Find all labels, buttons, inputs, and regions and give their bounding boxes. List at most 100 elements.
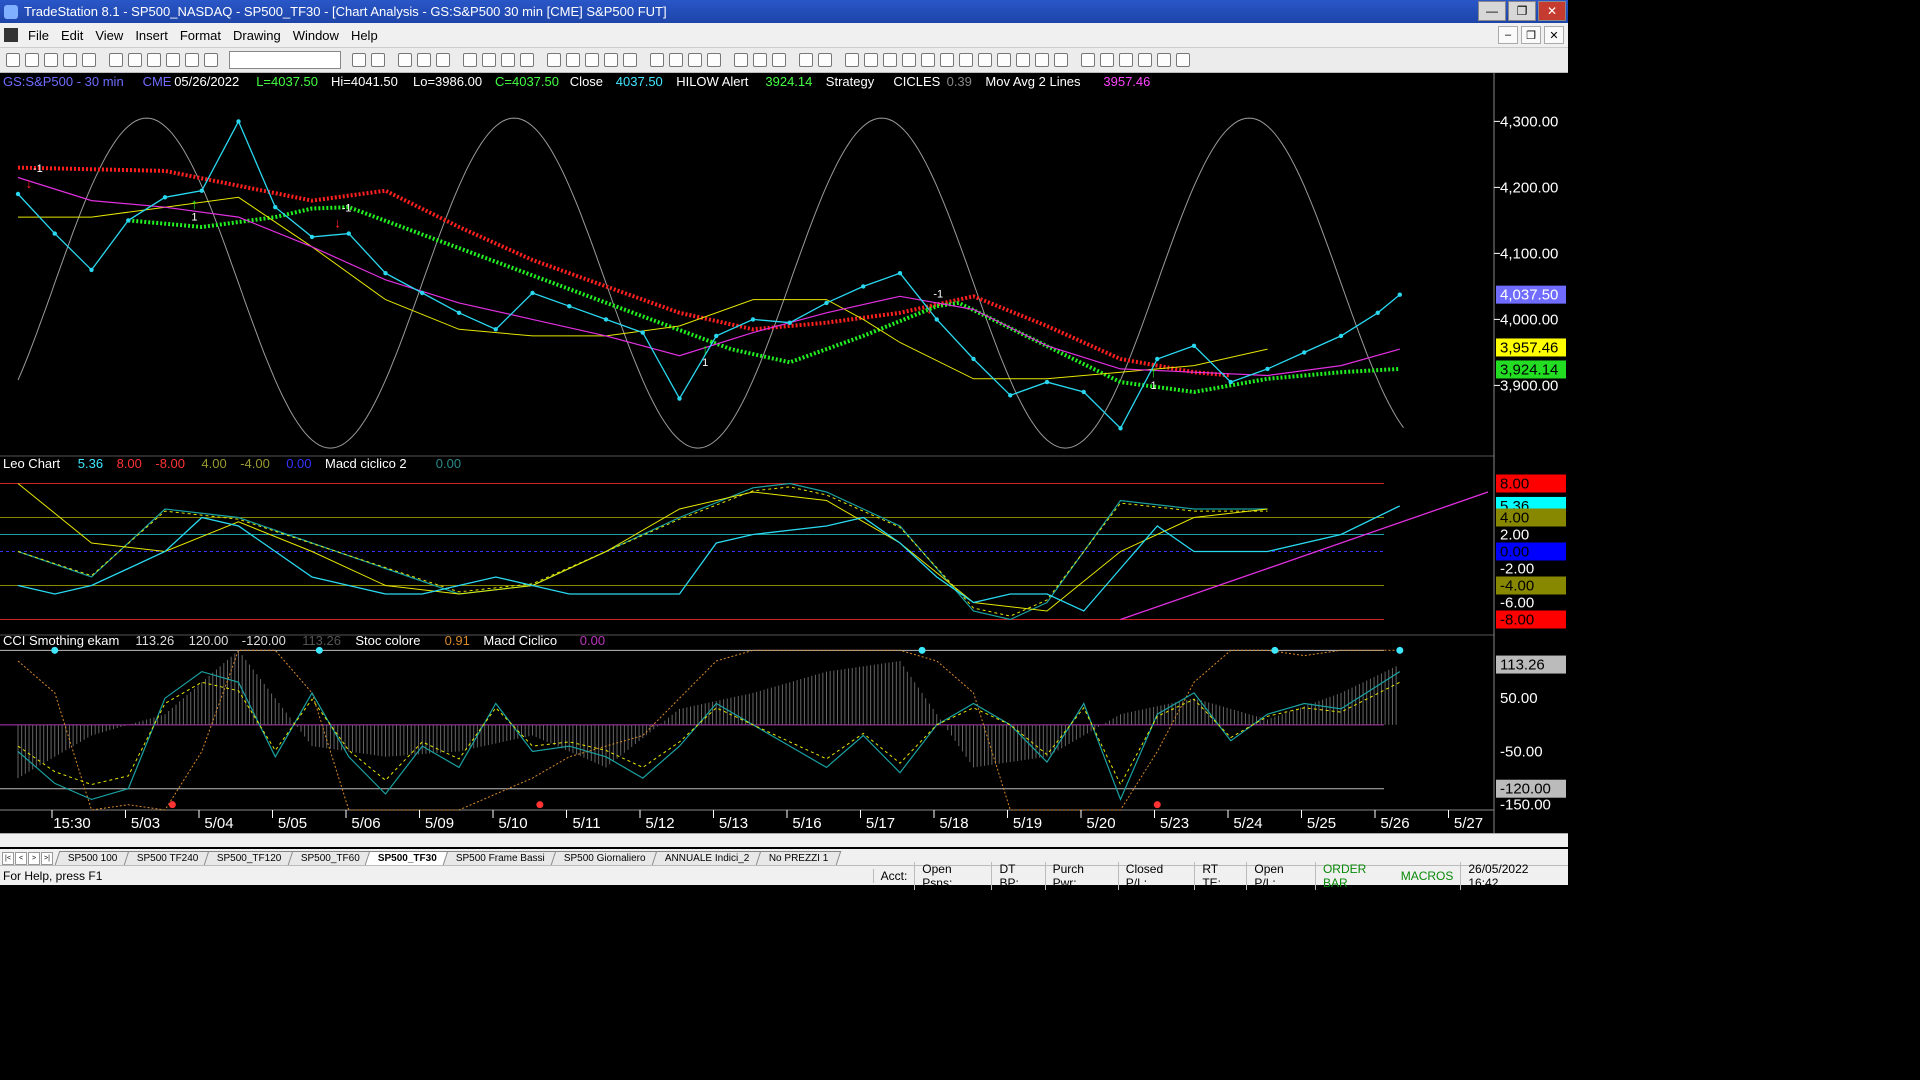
pencil-icon[interactable]	[1054, 53, 1068, 67]
menu-window[interactable]: Window	[287, 28, 345, 43]
sub2-marker-dot	[536, 801, 544, 809]
tab-7[interactable]: ANNUALE Indici_2	[651, 851, 763, 865]
chart-analysis-icon[interactable]	[398, 53, 412, 67]
paste-icon[interactable]	[82, 53, 96, 67]
tab-6[interactable]: SP500 Giornaliero	[551, 851, 660, 865]
tab-5[interactable]: SP500 Frame Bassi	[443, 851, 559, 865]
title-bar: TradeStation 8.1 - SP500_NASDAQ - SP500_…	[0, 0, 1568, 23]
candlestick-icon[interactable]	[566, 53, 580, 67]
tools-icon[interactable]	[772, 53, 786, 67]
mdi-restore-button[interactable]: ❐	[1521, 26, 1541, 44]
tab-0[interactable]: SP500 100	[54, 851, 131, 865]
point-figure-icon[interactable]	[623, 53, 637, 67]
menu-drawing[interactable]: Drawing	[227, 28, 287, 43]
tab-label: SP500 Giornaliero	[564, 853, 646, 864]
chart-window-icon[interactable]	[4, 28, 18, 42]
menu-view[interactable]: View	[89, 28, 129, 43]
symbol-dropdown[interactable]	[229, 51, 341, 69]
tab-3[interactable]: SP500_TF60	[287, 851, 373, 865]
tab-8[interactable]: No PREZZI 1	[755, 851, 842, 865]
eraser-icon[interactable]	[818, 53, 832, 67]
menu-file[interactable]: File	[22, 28, 55, 43]
text-icon[interactable]	[1176, 53, 1190, 67]
rectangle-icon[interactable]	[1157, 53, 1171, 67]
horizontal-scrollbar[interactable]	[0, 833, 1568, 847]
tab-4[interactable]: SP500_TF30	[365, 851, 451, 865]
vertical-line-icon[interactable]	[959, 53, 973, 67]
andrews-pitchfork-icon[interactable]	[940, 53, 954, 67]
price-tick-label: 3,900.00	[1500, 377, 1558, 394]
menu-help[interactable]: Help	[345, 28, 384, 43]
tab-next-button[interactable]: >	[28, 852, 40, 865]
matrix-icon[interactable]	[436, 53, 450, 67]
scroll-right-icon[interactable]	[669, 53, 683, 67]
arrow-down-icon[interactable]	[1100, 53, 1114, 67]
price-point	[530, 290, 535, 296]
pointer-icon[interactable]	[734, 53, 748, 67]
regression-icon[interactable]	[1016, 53, 1030, 67]
print-icon[interactable]	[109, 53, 123, 67]
tab-last-button[interactable]: >|	[41, 852, 53, 865]
strategy-icon[interactable]	[482, 53, 496, 67]
bar-chart-icon[interactable]	[547, 53, 561, 67]
lock-icon[interactable]	[185, 53, 199, 67]
price-tick-label: 4,300.00	[1500, 113, 1558, 130]
copy-icon[interactable]	[63, 53, 77, 67]
fibonacci-icon[interactable]	[883, 53, 897, 67]
menu-edit[interactable]: Edit	[55, 28, 89, 43]
minimize-button[interactable]: —	[1478, 1, 1506, 21]
horizontal-line-icon[interactable]	[978, 53, 992, 67]
hand-icon[interactable]	[753, 53, 767, 67]
zoom-in-icon[interactable]	[688, 53, 702, 67]
insert-symbol-icon[interactable]	[371, 53, 385, 67]
print-preview-icon[interactable]	[128, 53, 142, 67]
freehand-icon[interactable]	[1081, 53, 1095, 67]
arrow-up-icon[interactable]	[1119, 53, 1133, 67]
line-chart-icon[interactable]	[585, 53, 599, 67]
zoom-out-icon[interactable]	[707, 53, 721, 67]
tab-prev-button[interactable]: <	[15, 852, 27, 865]
tradestation-app-icon	[4, 4, 18, 19]
sub1-axis-label: 0.00	[1500, 544, 1529, 561]
close-button[interactable]: ✕	[1538, 1, 1566, 21]
ohlc-icon[interactable]	[604, 53, 618, 67]
sub2-header-item-0: CCI Smothing ekam	[3, 633, 119, 648]
open-icon[interactable]	[25, 53, 39, 67]
format-icon[interactable]	[501, 53, 515, 67]
trendline-icon[interactable]	[845, 53, 859, 67]
speed-lines-icon[interactable]	[902, 53, 916, 67]
macros-button[interactable]: MACROS	[1401, 869, 1461, 883]
sub2-yellow-dashed-line	[17, 681, 1401, 786]
data-window-icon[interactable]	[520, 53, 534, 67]
order-bar-button[interactable]: ORDER BAR	[1314, 861, 1401, 890]
sub1-axis-label: -6.00	[1500, 595, 1534, 612]
ellipse-icon[interactable]	[1138, 53, 1152, 67]
tab-2[interactable]: SP500_TF120	[203, 851, 295, 865]
radar-screen-icon[interactable]	[417, 53, 431, 67]
scroll-left-icon[interactable]	[650, 53, 664, 67]
link-icon[interactable]	[147, 53, 161, 67]
tab-1[interactable]: SP500 TF240	[123, 851, 212, 865]
menu-format[interactable]: Format	[174, 28, 227, 43]
price-marker-label: 4,037.50	[1500, 287, 1558, 304]
mdi-close-button[interactable]: ✕	[1544, 26, 1564, 44]
chart-canvas[interactable]: -1↓↑1-1↓↑1-1↓↑1GS:S&P500 - 30 min CME 05/2…	[0, 73, 1568, 833]
menu-bar: File Edit View Insert Format Drawing Win…	[0, 23, 1568, 48]
window-icon[interactable]	[166, 53, 180, 67]
channel-icon[interactable]	[997, 53, 1011, 67]
restore-button[interactable]: ❐	[1508, 1, 1536, 21]
chart-area[interactable]: -1 ↓ ↑ 1 -1 ↓ ↑ 1 -1 ↓ ↑ 1 GS:S&P500 - 30 min CME 05/2…	[0, 73, 1568, 833]
new-icon[interactable]	[6, 53, 20, 67]
indicator-icon[interactable]	[463, 53, 477, 67]
order-entry-icon[interactable]	[799, 53, 813, 67]
gann-fan-icon[interactable]	[864, 53, 878, 67]
cycle-icon[interactable]	[1035, 53, 1049, 67]
save-icon[interactable]	[44, 53, 58, 67]
alert-icon[interactable]	[204, 53, 218, 67]
menu-insert[interactable]: Insert	[129, 28, 174, 43]
sub2-header-item-7: Macd Ciclico	[483, 633, 557, 648]
arc-icon[interactable]	[921, 53, 935, 67]
chevron-down-icon[interactable]	[352, 53, 366, 67]
tab-first-button[interactable]: |<	[2, 852, 14, 865]
mdi-minimize-button[interactable]: –	[1498, 26, 1518, 44]
